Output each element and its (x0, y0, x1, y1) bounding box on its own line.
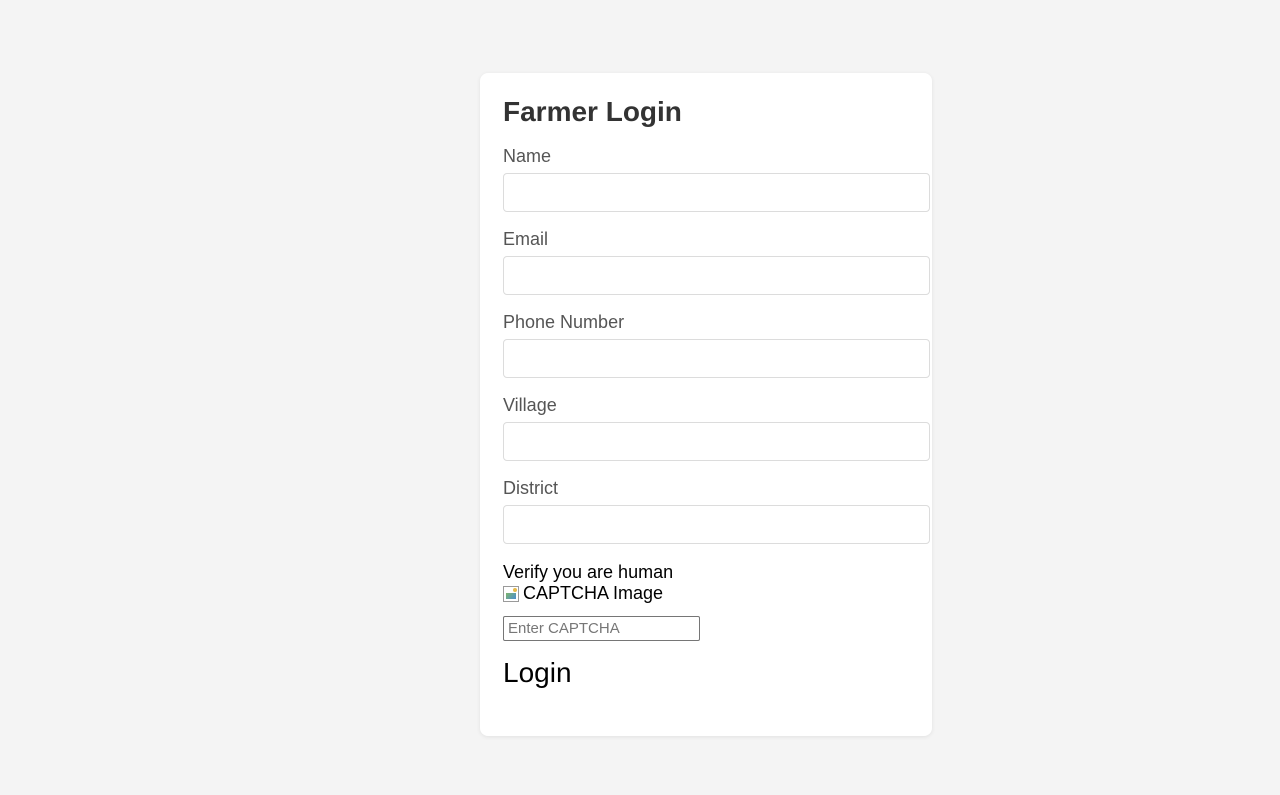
village-input[interactable] (503, 422, 930, 461)
name-field-group: Name (503, 145, 932, 212)
village-field-group: Village (503, 394, 932, 461)
phone-label: Phone Number (503, 312, 625, 332)
phone-field-group: Phone Number (503, 311, 932, 378)
district-field-group: District (503, 477, 932, 544)
email-input[interactable] (503, 256, 930, 295)
captcha-heading: Verify you are human (503, 562, 674, 582)
broken-image-icon (503, 585, 519, 602)
login-card: Farmer Login Name Email Phone Number Vil… (480, 73, 932, 736)
district-label: District (503, 478, 558, 498)
village-label: Village (503, 395, 557, 415)
name-label: Name (503, 146, 552, 166)
login-button[interactable]: Login (503, 656, 572, 690)
captcha-image-alt: CAPTCHA Image (523, 583, 664, 603)
captcha-image: CAPTCHA Image (503, 583, 932, 604)
captcha-input[interactable] (503, 616, 700, 641)
email-field-group: Email (503, 228, 932, 295)
name-input[interactable] (503, 173, 930, 212)
page-title: Farmer Login (503, 96, 682, 127)
district-input[interactable] (503, 505, 930, 544)
email-label: Email (503, 229, 549, 249)
phone-input[interactable] (503, 339, 930, 378)
